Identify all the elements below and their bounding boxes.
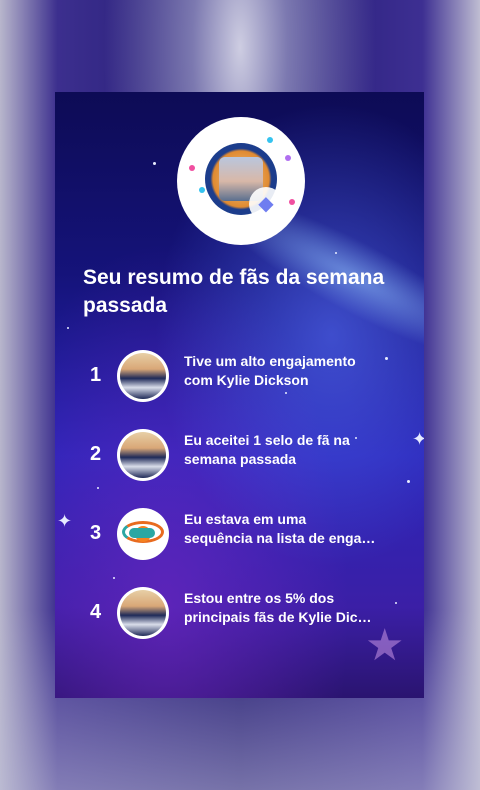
diamond-icon: ◆: [249, 187, 283, 221]
fan-summary-card: ✦ ✦ ★ ◆ Seu resumo de fãs da semana pass…: [55, 92, 424, 698]
item-rank: 3: [90, 522, 102, 544]
item-text: Eu estava em uma sequência na lista de e…: [184, 510, 414, 548]
confetti-dot: [289, 199, 295, 205]
summary-item[interactable]: 3 Eu estava em uma sequência na lista de…: [83, 506, 413, 566]
star-dot: [67, 327, 69, 329]
summary-title: Seu resumo de fãs da semana passada: [83, 266, 385, 317]
star-dot: [97, 487, 99, 489]
item-rank: 4: [90, 601, 102, 623]
person-photo: [117, 587, 169, 639]
confetti-dot: [199, 187, 205, 193]
item-text-line: Estou entre os 5% dos: [184, 590, 335, 606]
star-dot: [335, 252, 337, 254]
item-rank: 1: [90, 364, 102, 386]
item-text-line: principais fãs de Kylie Dic…: [184, 609, 372, 625]
item-text: Tive um alto engajamento com Kylie Dicks…: [184, 352, 414, 390]
summary-item[interactable]: 4 Estou entre os 5% dos principais fãs d…: [83, 585, 413, 645]
summary-item[interactable]: 1 Tive um alto engajamento com Kylie Dic…: [83, 348, 413, 408]
item-text-line: sequência na lista de enga…: [184, 530, 376, 546]
item-text-line: semana passada: [184, 451, 297, 467]
sparkle-icon: ✦: [57, 511, 73, 531]
item-text-line: com Kylie Dickson: [184, 372, 309, 388]
item-text-line: Eu estava em uma: [184, 511, 307, 527]
item-rank: 2: [90, 443, 102, 465]
screen-background: ✦ ✦ ★ ◆ Seu resumo de fãs da semana pass…: [0, 0, 480, 790]
item-text: Estou entre os 5% dos principais fãs de …: [184, 589, 414, 627]
confetti-dot: [267, 137, 273, 143]
star-dot: [153, 162, 156, 165]
person-photo: [117, 429, 169, 481]
item-text: Eu aceitei 1 selo de fã na semana passad…: [184, 431, 414, 469]
star-dot: [113, 577, 115, 579]
creator-avatar: ◆: [177, 117, 305, 245]
item-text-line: Eu aceitei 1 selo de fã na: [184, 432, 350, 448]
confetti-dot: [189, 165, 195, 171]
confetti-dot: [285, 155, 291, 161]
dolphins-logo: [117, 508, 169, 560]
person-photo: [117, 350, 169, 402]
summary-item[interactable]: 2 Eu aceitei 1 selo de fã na semana pass…: [83, 427, 413, 487]
item-text-line: Tive um alto engajamento: [184, 353, 356, 369]
